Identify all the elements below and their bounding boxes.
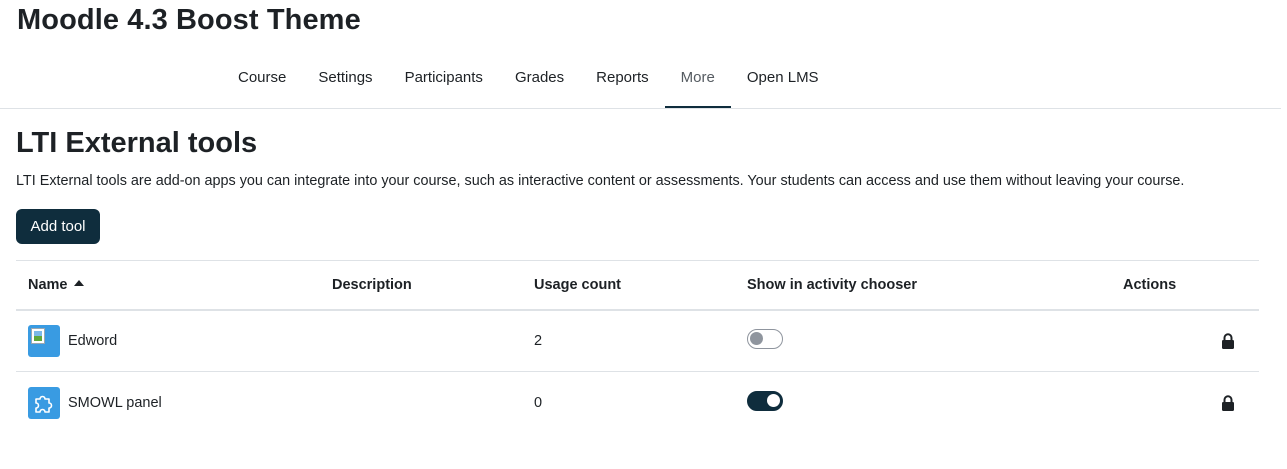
column-header-name[interactable]: Name <box>16 260 320 311</box>
tool-name: Edword <box>68 332 118 349</box>
sort-ascending-icon <box>73 279 84 286</box>
nav-item-reports[interactable]: Reports <box>580 52 665 109</box>
show-in-chooser-cell <box>735 372 1111 434</box>
column-header-usage-count: Usage count <box>522 260 735 311</box>
show-in-chooser-toggle[interactable] <box>747 390 783 411</box>
broken-image-icon <box>28 324 60 357</box>
tool-name-cell: SMOWL panel <box>16 372 320 434</box>
actions-cell <box>1111 372 1259 434</box>
tool-description <box>320 309 522 372</box>
show-in-chooser-toggle[interactable] <box>747 328 783 349</box>
tool-usage-count: 0 <box>534 394 543 411</box>
site-title: Moodle 4.3 Boost Theme <box>17 4 361 36</box>
column-header-actions: Actions <box>1111 260 1259 311</box>
nav-item-participants[interactable]: Participants <box>389 52 499 109</box>
tool-usage-count: 2 <box>522 309 735 372</box>
nav-item-settings[interactable]: Settings <box>302 52 388 109</box>
table-header-row: Name Description Usage count Show in act… <box>16 260 1259 311</box>
nav-divider <box>0 108 1281 109</box>
column-header-name-label: Name <box>28 276 68 293</box>
column-header-description: Description <box>320 260 522 311</box>
lock-icon <box>1222 333 1234 349</box>
show-in-chooser-cell <box>735 309 1111 372</box>
column-header-show-in-activity-chooser: Show in activity chooser <box>735 260 1111 311</box>
add-tool-button[interactable]: Add tool <box>16 209 100 244</box>
secondary-navigation: Course Settings Participants Grades Repo… <box>222 52 835 109</box>
tool-description <box>320 372 522 434</box>
tool-name-cell: Edword <box>16 309 320 372</box>
table-row: Edword 2 <box>16 309 1259 372</box>
nav-item-open-lms[interactable]: Open LMS <box>731 52 835 109</box>
tool-name: SMOWL panel <box>68 394 162 411</box>
nav-item-grades[interactable]: Grades <box>499 52 580 109</box>
page-description: LTI External tools are add-on apps you c… <box>16 173 1185 189</box>
actions-cell <box>1111 309 1259 372</box>
table-row: SMOWL panel 0 <box>16 372 1259 434</box>
nav-item-course[interactable]: Course <box>222 52 302 109</box>
lock-icon <box>1222 395 1234 411</box>
puzzle-icon <box>28 386 60 419</box>
nav-item-more[interactable]: More <box>664 52 732 109</box>
page-title: LTI External tools <box>16 127 258 159</box>
lti-tools-table: Name Description Usage count Show in act… <box>16 260 1259 434</box>
